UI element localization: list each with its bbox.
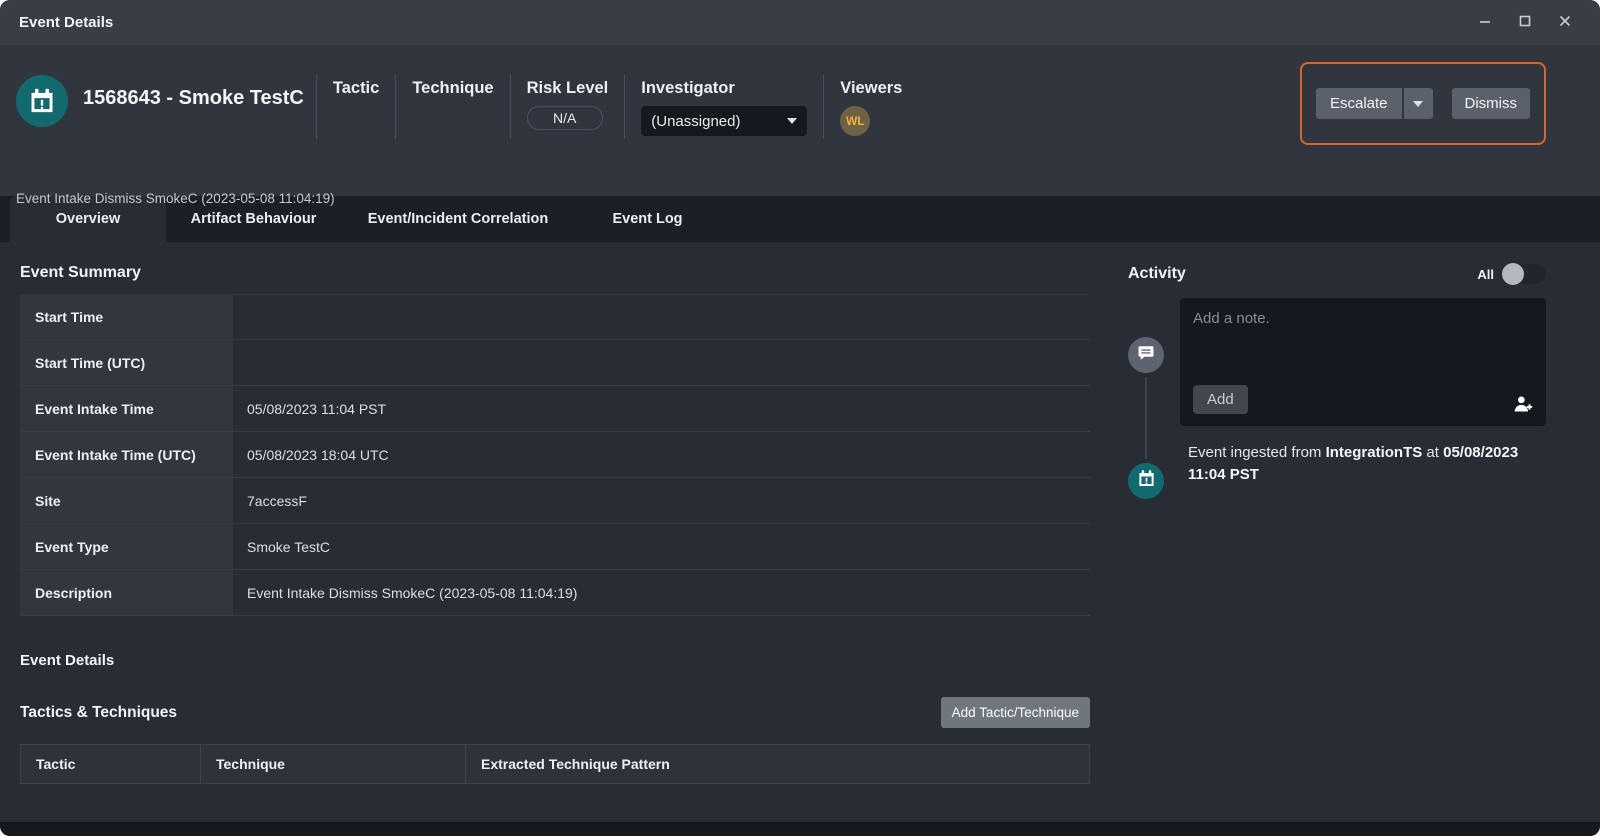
row-label: Event Type <box>20 524 233 569</box>
table-row: Site 7accessF <box>20 478 1090 524</box>
activity-timeline: Add Event ingested from IntegrationTS at… <box>1128 298 1546 486</box>
row-label: Description <box>20 570 233 615</box>
row-label: Event Intake Time (UTC) <box>20 432 233 477</box>
investigator-label: Investigator <box>641 79 807 98</box>
risk-level-column: Risk Level N/A <box>511 73 625 130</box>
chevron-down-icon <box>787 118 797 124</box>
activity-panel: Activity All <box>1128 242 1546 822</box>
event-summary-table: Start Time Start Time (UTC) Event Intake… <box>20 294 1090 616</box>
row-value: Smoke TestC <box>233 524 1090 569</box>
tactics-techniques-heading: Tactics & Techniques <box>20 704 177 722</box>
maximize-button[interactable] <box>1512 10 1538 36</box>
window-title: Event Details <box>19 14 113 31</box>
investigator-select[interactable]: (Unassigned) <box>641 106 807 136</box>
minimize-button[interactable] <box>1472 10 1498 36</box>
entry-text: at <box>1422 444 1443 461</box>
minimize-icon <box>1478 14 1492 31</box>
all-toggle-label: All <box>1477 267 1494 282</box>
overview-panel: Event Summary Start Time Start Time (UTC… <box>0 242 1600 822</box>
table-row: Description Event Intake Dismiss SmokeC … <box>20 570 1090 616</box>
activity-entry: Event ingested from IntegrationTS at 05/… <box>1180 442 1532 486</box>
tab-event-incident-correlation[interactable]: Event/Incident Correlation <box>341 196 575 242</box>
activity-header: Activity All <box>1128 264 1546 284</box>
row-value <box>233 295 1090 339</box>
titlebar: Event Details <box>0 0 1600 45</box>
maximize-icon <box>1518 14 1532 31</box>
viewers-column: Viewers WL <box>824 73 918 136</box>
event-timeline-marker <box>1128 463 1164 499</box>
entry-text: Event ingested from <box>1188 444 1326 461</box>
row-label: Site <box>20 478 233 523</box>
comment-timeline-marker <box>1128 337 1164 373</box>
row-label: Event Intake Time <box>20 386 233 431</box>
main-column: Event Summary Start Time Start Time (UTC… <box>20 242 1090 822</box>
tactic-label: Tactic <box>333 79 379 98</box>
table-row: Start Time (UTC) <box>20 340 1090 386</box>
tactic-column: Tactic <box>317 73 395 98</box>
row-value: Event Intake Dismiss SmokeC (2023-05-08 … <box>233 570 1090 615</box>
add-tactic-technique-button[interactable]: Add Tactic/Technique <box>941 697 1090 728</box>
column-header-technique: Technique <box>201 745 466 783</box>
event-type-icon <box>16 75 68 127</box>
event-title: 1568643 - Smoke TestC <box>83 87 304 110</box>
event-header: 1568643 - Smoke TestC Tactic Technique R… <box>0 45 1600 196</box>
comment-icon <box>1137 344 1155 367</box>
close-button[interactable] <box>1552 10 1578 36</box>
activity-heading: Activity <box>1128 265 1186 283</box>
window-bottom-edge <box>0 822 1600 836</box>
risk-level-value: N/A <box>527 106 603 130</box>
investigator-column: Investigator (Unassigned) <box>625 73 823 136</box>
viewer-avatar[interactable]: WL <box>840 106 870 136</box>
row-value: 05/08/2023 11:04 PST <box>233 386 1090 431</box>
tab-event-log[interactable]: Event Log <box>575 196 720 242</box>
all-toggle[interactable] <box>1502 264 1546 284</box>
table-row: Start Time <box>20 294 1090 340</box>
calendar-alert-icon <box>1137 469 1156 493</box>
tactics-techniques-table: Tactic Technique Extracted Technique Pat… <box>20 744 1090 784</box>
close-icon <box>1558 14 1572 31</box>
entry-source: IntegrationTS <box>1326 444 1423 461</box>
technique-label: Technique <box>412 79 493 98</box>
note-composer: Add <box>1180 298 1546 426</box>
viewers-label: Viewers <box>840 79 902 98</box>
dismiss-button[interactable]: Dismiss <box>1452 88 1531 119</box>
table-row: Event Type Smoke TestC <box>20 524 1090 570</box>
chevron-down-icon <box>1413 101 1423 107</box>
table-row: Event Intake Time 05/08/2023 11:04 PST <box>20 386 1090 432</box>
add-note-button[interactable]: Add <box>1193 385 1248 414</box>
column-header-extracted-pattern: Extracted Technique Pattern <box>466 745 1089 783</box>
escalate-menu-button[interactable] <box>1404 88 1433 119</box>
technique-column: Technique <box>396 73 509 98</box>
row-label: Start Time (UTC) <box>20 340 233 385</box>
toggle-knob <box>1502 263 1524 285</box>
activity-filter: All <box>1477 264 1546 284</box>
tactics-techniques-header: Tactics & Techniques Add Tactic/Techniqu… <box>20 697 1090 728</box>
row-value: 05/08/2023 18:04 UTC <box>233 432 1090 477</box>
event-summary-heading: Event Summary <box>20 264 1090 282</box>
add-user-icon[interactable] <box>1513 394 1533 414</box>
table-row: Event Intake Time (UTC) 05/08/2023 18:04… <box>20 432 1090 478</box>
calendar-alert-icon <box>28 87 56 115</box>
risk-level-label: Risk Level <box>527 79 609 98</box>
window-controls <box>1472 10 1578 36</box>
event-details-window: Event Details <box>0 0 1600 836</box>
row-label: Start Time <box>20 295 233 339</box>
investigator-value: (Unassigned) <box>651 113 740 130</box>
escalate-button[interactable]: Escalate <box>1316 88 1402 119</box>
event-description: Event Intake Dismiss SmokeC (2023-05-08 … <box>16 191 335 206</box>
row-value: 7accessF <box>233 478 1090 523</box>
column-header-tactic: Tactic <box>21 745 201 783</box>
event-details-heading: Event Details <box>20 652 1090 669</box>
event-actions-group: Escalate Dismiss <box>1300 62 1546 145</box>
row-value <box>233 340 1090 385</box>
timeline-connector <box>1145 377 1147 459</box>
